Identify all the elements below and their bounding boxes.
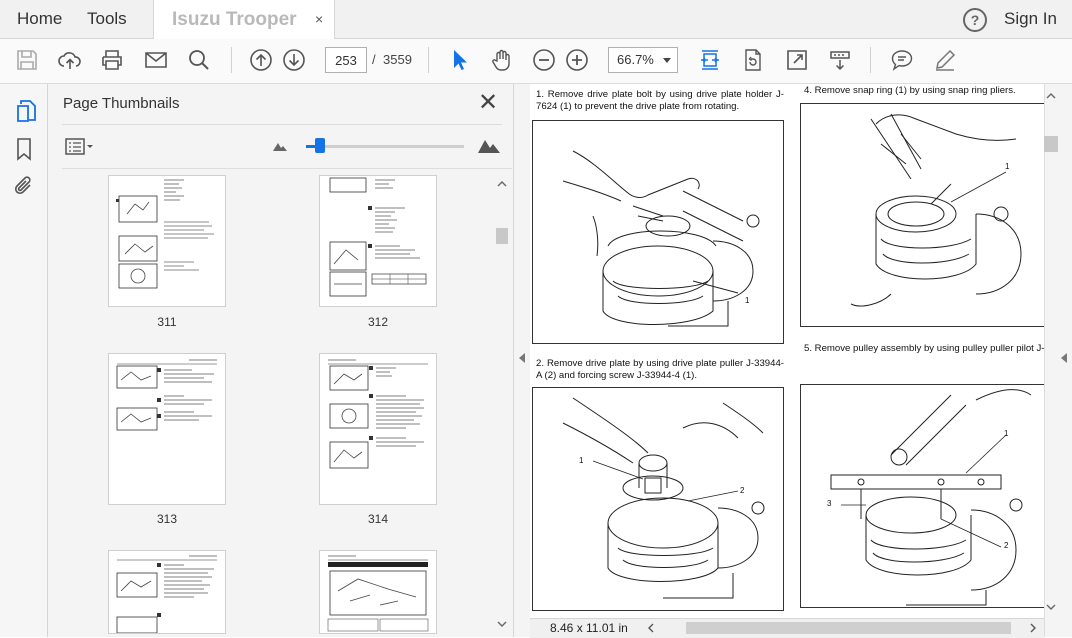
page-up-icon[interactable]: [249, 48, 273, 72]
thumbnail-label: 314: [367, 512, 389, 526]
mail-icon[interactable]: [144, 48, 168, 72]
large-thumbnail-icon[interactable]: [477, 136, 501, 154]
page-total: 3559: [383, 52, 412, 67]
page-thumbnails-icon[interactable]: [15, 99, 37, 123]
thumbnail-page-content: [327, 555, 429, 632]
scroll-thumb[interactable]: [1044, 136, 1058, 152]
page-size-label: 8.46 x 11.01 in: [550, 621, 628, 635]
step-2-text: 2. Remove drive plate by using drive pla…: [536, 358, 784, 381]
document-view[interactable]: 1. Remove drive plate bolt by using driv…: [530, 84, 1044, 619]
collapse-panel-icon[interactable]: [518, 352, 526, 364]
thumbnail-page-content: [116, 359, 217, 431]
slider-handle[interactable]: [315, 138, 325, 153]
close-panel-icon[interactable]: ✕: [478, 91, 498, 115]
fullscreen-icon[interactable]: [785, 48, 809, 72]
callout-2: 2: [740, 486, 745, 495]
toolbar-separator: [870, 47, 871, 73]
callout-1: 1: [745, 296, 750, 305]
close-tab-icon[interactable]: ×: [315, 0, 323, 38]
callout-1: 1: [1004, 429, 1009, 438]
snap-ring-pliers-illustration: [850, 113, 1022, 307]
zoom-out-icon[interactable]: [532, 48, 556, 72]
comment-icon[interactable]: [890, 48, 914, 72]
zoom-value: 66.7%: [617, 52, 654, 67]
expand-right-panel-icon[interactable]: [1060, 352, 1068, 364]
upload-icon[interactable]: [58, 48, 82, 72]
sign-in-button[interactable]: Sign In: [1004, 0, 1057, 38]
fit-page-icon[interactable]: [698, 48, 722, 72]
toolbar-separator: [231, 47, 232, 73]
document-tab-title: Isuzu Trooper: [172, 9, 297, 30]
callout-3: 3: [827, 499, 832, 508]
figure-drive-plate-puller: 1 2: [532, 387, 784, 611]
read-mode-icon[interactable]: [828, 48, 852, 72]
toolbar-separator: [428, 47, 429, 73]
pulley-puller-illustration: [830, 389, 1032, 606]
page-thumbnail[interactable]: [109, 176, 225, 306]
page-thumbnail[interactable]: [109, 551, 225, 633]
step-4-text: 4. Remove snap ring (1) by using snap ri…: [804, 85, 1016, 96]
page-thumbnail[interactable]: [320, 551, 436, 633]
sign-icon[interactable]: [933, 48, 957, 72]
panel-title: Page Thumbnails: [63, 95, 180, 112]
panel-divider: [62, 124, 502, 125]
step-1-text: 1. Remove drive plate bolt by using driv…: [536, 89, 784, 112]
thumbnail-page-content: [329, 177, 427, 297]
page-thumbnail[interactable]: [320, 354, 436, 504]
thumbnails-divider: [62, 168, 512, 169]
thumbnail-label: 312: [367, 315, 389, 329]
zoom-select[interactable]: 66.7%: [608, 47, 678, 73]
search-icon[interactable]: [187, 48, 211, 72]
figure-drive-plate-holder: 1: [532, 120, 784, 344]
help-icon[interactable]: ?: [963, 8, 987, 32]
thumbnail-page-content: [116, 555, 217, 633]
navigation-rail: [0, 84, 48, 637]
page-thumbnail[interactable]: [320, 176, 436, 306]
bookmark-icon[interactable]: [15, 137, 33, 161]
thumbnail-label: 311: [157, 315, 177, 329]
thumbnails-scrollbar[interactable]: [495, 176, 509, 631]
small-thumbnail-icon[interactable]: [272, 140, 288, 152]
zoom-in-icon[interactable]: [565, 48, 589, 72]
print-icon[interactable]: [100, 48, 124, 72]
page-separator: /: [372, 52, 376, 67]
horizontal-scroll-thumb[interactable]: [686, 622, 1011, 634]
thumbnail-size-slider[interactable]: [306, 145, 464, 148]
page-number-input[interactable]: [325, 47, 367, 73]
document-tab[interactable]: Isuzu Trooper ×: [153, 0, 335, 39]
scroll-up-icon[interactable]: [1045, 90, 1057, 100]
page-thumbnail[interactable]: [109, 354, 225, 504]
thumbnail-page-content: [328, 359, 428, 469]
attachment-icon[interactable]: [13, 174, 35, 198]
rotate-icon[interactable]: [741, 48, 765, 72]
thumbnail-label: 313: [156, 512, 178, 526]
chevron-down-icon: [663, 58, 671, 63]
select-cursor-icon[interactable]: [448, 48, 472, 72]
step-5-text-body: 5. Remove pulley assembly by using pulle…: [804, 343, 1044, 354]
scroll-left-icon[interactable]: [646, 623, 656, 633]
tools-tab[interactable]: Tools: [87, 0, 127, 38]
drive-plate-holder-illustration: [562, 150, 760, 327]
status-bar: 8.46 x 11.01 in: [530, 618, 1044, 638]
page-down-icon[interactable]: [282, 48, 306, 72]
hand-icon[interactable]: [490, 48, 514, 72]
figure-snap-ring-pliers: 1: [800, 103, 1044, 327]
callout-1: 1: [1005, 162, 1010, 171]
drive-plate-puller-illustration: [562, 397, 765, 599]
scroll-right-icon[interactable]: [1028, 623, 1038, 633]
callout-1: 1: [579, 456, 584, 465]
figure-pulley-puller: 1 3 2: [800, 384, 1044, 608]
step-5-text: 5. Remove pulley assembly by using pulle…: [804, 343, 1044, 355]
callout-2: 2: [1004, 541, 1009, 550]
thumbnail-options-icon[interactable]: [65, 138, 95, 156]
thumbnail-page-content: [116, 179, 214, 289]
save-icon[interactable]: [15, 48, 39, 72]
scroll-down-icon[interactable]: [1045, 603, 1057, 613]
home-tab[interactable]: Home: [17, 0, 62, 38]
